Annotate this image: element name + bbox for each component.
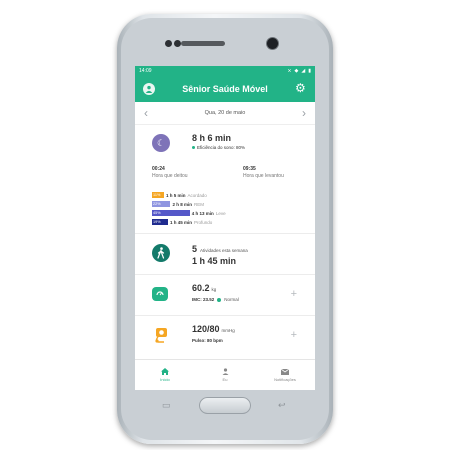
nav-me[interactable]: Eu xyxy=(195,360,255,390)
sleep-stage-bar: 19% xyxy=(152,219,168,225)
sleep-stage-name: Acordado xyxy=(187,192,207,198)
sleep-stage-bar: 11% xyxy=(152,192,164,198)
sleep-stage-bar: 45% xyxy=(152,210,190,216)
bed-time-label: Hora que deitou xyxy=(152,173,188,179)
wake-time-value: 09:35 xyxy=(243,166,256,172)
sleep-stage-duration: 2 h 8 min xyxy=(172,201,192,207)
chevron-left-icon[interactable]: ‹ xyxy=(139,106,153,120)
person-icon xyxy=(222,368,228,375)
sleep-efficiency-text: Eficiência do sono: 80% xyxy=(197,145,246,150)
date-navigator: ‹ Qua, 20 de maio › xyxy=(135,102,315,125)
sleep-stage-duration: 1 h 5 min xyxy=(166,192,186,198)
add-pressure-button[interactable]: + xyxy=(291,329,297,341)
chevron-right-icon[interactable]: › xyxy=(297,106,311,120)
scale-icon xyxy=(152,287,168,301)
status-dot xyxy=(217,297,222,302)
avatar[interactable] xyxy=(143,83,155,95)
sleep-stage-row: 22% 2 h 8 min REM xyxy=(152,201,204,207)
weight-value: 60.2 kg xyxy=(192,283,216,293)
walking-icon xyxy=(152,244,170,262)
weight-number: 60.2 xyxy=(192,283,210,293)
sleep-total: 8 h 6 min xyxy=(192,133,232,143)
nav-notifications[interactable]: Notificações xyxy=(255,360,315,390)
sleep-efficiency: Eficiência do sono: 80% xyxy=(192,145,245,150)
sleep-card[interactable]: ☾ 8 h 6 min Eficiência do sono: 80% 00:2… xyxy=(135,125,315,234)
battery-icon: ▮ xyxy=(308,68,311,74)
status-icons: ⨯ ◆ ◢ ▮ xyxy=(287,68,311,74)
weight-unit: kg xyxy=(211,287,217,292)
sleep-stage-row: 45% 4 h 13 min Leve xyxy=(152,210,226,216)
user-icon xyxy=(145,85,153,93)
sleep-stage-duration: 4 h 13 min xyxy=(191,210,214,216)
weight-card[interactable]: 60.2 kg IMC: 23.52 Normal + xyxy=(135,275,315,316)
imc-status: Normal xyxy=(224,297,239,302)
nav-me-label: Eu xyxy=(222,377,228,382)
sleep-stage-row: 19% 1 h 45 min Profundo xyxy=(152,219,212,225)
activity-card[interactable]: 5 Atividades esta semana 1 h 45 min xyxy=(135,234,315,275)
sleep-stage-duration: 1 h 45 min xyxy=(169,219,192,225)
pressure-number: 120/80 xyxy=(192,324,220,334)
gear-icon[interactable]: ⚙ xyxy=(295,82,308,95)
activity-label: Atividades esta semana xyxy=(200,248,248,253)
nav-notifications-label: Notificações xyxy=(274,376,296,382)
activity-duration: 1 h 45 min xyxy=(192,256,237,266)
sleep-stage-bar: 22% xyxy=(152,201,171,207)
mute-icon: ⨯ xyxy=(287,68,292,74)
sleep-stage-name: REM xyxy=(193,201,204,207)
pressure-value: 120/80 mmHg xyxy=(192,324,235,334)
blood-pressure-icon xyxy=(152,326,170,344)
sleep-stage-name: Leve xyxy=(215,210,226,216)
nav-home-label: Início xyxy=(160,377,170,382)
home-button[interactable] xyxy=(199,397,251,414)
sleep-stage-name: Profundo xyxy=(193,219,213,225)
status-time: 14:09 xyxy=(139,68,152,74)
screen: 14:09 ⨯ ◆ ◢ ▮ Sênior Saúde Móvel ⚙ ‹ Qua… xyxy=(135,66,315,390)
walking-figure xyxy=(157,247,165,259)
moon-icon: ☾ xyxy=(152,134,170,152)
blood-pressure-gauge xyxy=(155,328,167,343)
status-bar: 14:09 ⨯ ◆ ◢ ▮ xyxy=(135,66,315,76)
earpiece xyxy=(181,41,225,46)
pressure-card[interactable]: 120/80 mmHg Pulso: 80 bpm + xyxy=(135,316,315,356)
pulse-value: Pulso: 80 bpm xyxy=(192,338,223,343)
add-weight-button[interactable]: + xyxy=(291,288,297,300)
wake-time-label: Hora que levantou xyxy=(243,173,284,179)
app-title: Sênior Saúde Móvel xyxy=(182,84,268,94)
wifi-icon: ◆ xyxy=(294,68,299,74)
light-sensor xyxy=(174,40,181,47)
front-camera xyxy=(267,38,278,49)
status-dot xyxy=(192,146,195,149)
proximity-sensor xyxy=(165,40,172,47)
signal-icon: ◢ xyxy=(301,68,306,74)
bed-time: 00:24 Hora que deitou xyxy=(152,166,188,179)
activity-count: 5 xyxy=(192,244,198,254)
nav-home[interactable]: Início xyxy=(135,360,195,390)
recent-apps-key[interactable]: ▭ xyxy=(162,400,171,411)
activity-summary: 5 Atividades esta semana xyxy=(192,244,248,254)
imc-value: IMC: 23.52 xyxy=(192,297,215,302)
bottom-navigation: Início Eu Notificações xyxy=(135,359,315,390)
scale-dial xyxy=(156,291,164,296)
date-label: Qua, 20 de maio xyxy=(204,110,246,116)
wake-time: 09:35 Hora que levantou xyxy=(243,166,284,179)
mail-icon xyxy=(281,368,289,375)
sleep-stage-row: 11% 1 h 5 min Acordado xyxy=(152,192,207,198)
bed-time-value: 00:24 xyxy=(152,166,165,172)
app-bar: Sênior Saúde Móvel ⚙ xyxy=(135,76,315,102)
imc-row: IMC: 23.52 Normal xyxy=(192,297,239,302)
back-key[interactable]: ↩ xyxy=(278,400,286,411)
pressure-unit: mmHg xyxy=(221,328,235,333)
home-icon xyxy=(161,368,169,375)
